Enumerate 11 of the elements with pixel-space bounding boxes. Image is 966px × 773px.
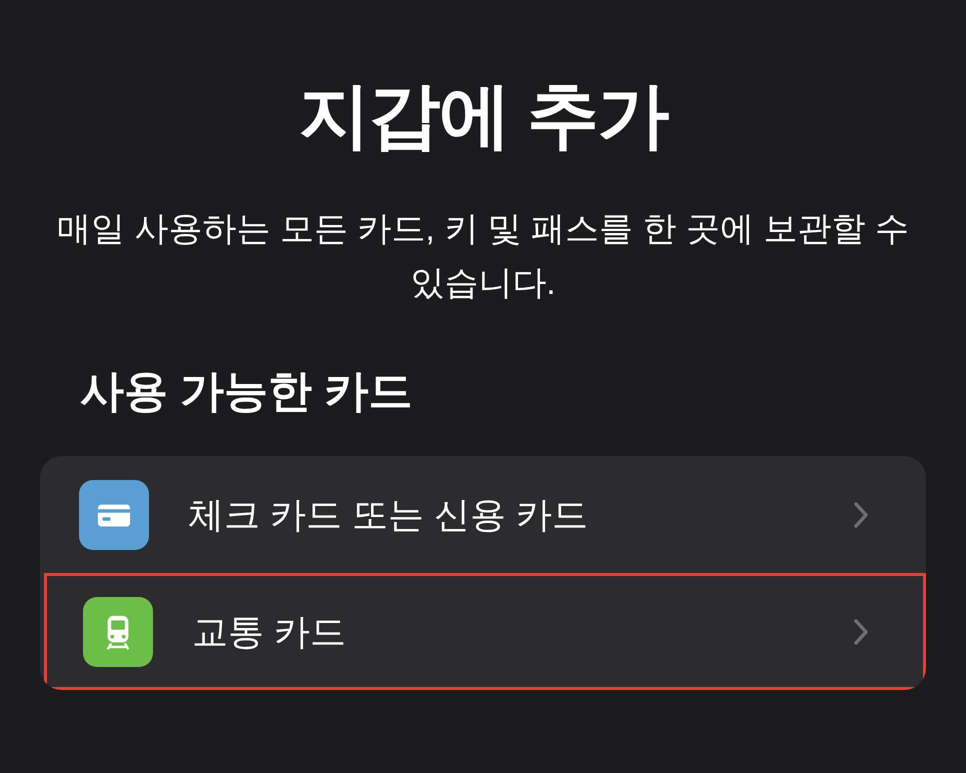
train-icon <box>83 596 153 666</box>
list-row[interactable]: 체크 카드 또는 신용 카드 <box>40 456 926 573</box>
page-title: 지갑에 추가 <box>298 75 668 158</box>
credit-card-icon <box>79 480 149 550</box>
chevron-right-icon <box>853 500 869 528</box>
list-row[interactable]: 교통 카드 <box>44 573 926 690</box>
description: 매일 사용하는 모든 카드, 키 및 패스를 한 곳에 보관할 수 있습니다. <box>56 209 910 304</box>
row-label: 교통 카드 <box>192 610 348 654</box>
row-label: 체크 카드 또는 신용 카드 <box>188 492 590 536</box>
chevron-right-icon <box>853 618 869 646</box>
section-heading: 사용 가능한 카드 <box>79 366 414 418</box>
